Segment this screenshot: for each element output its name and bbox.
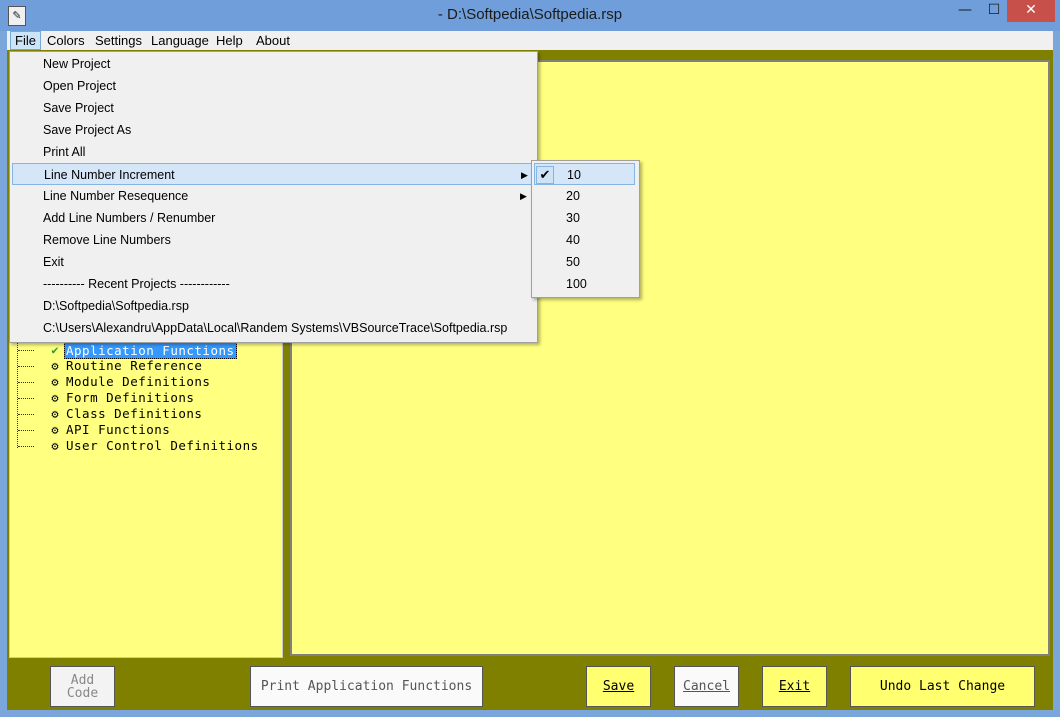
menu-item-label: C:\Users\Alexandru\AppData\Local\Randem … <box>43 321 508 335</box>
tree-connector <box>18 366 34 367</box>
add-code-button[interactable]: Add Code <box>50 666 115 707</box>
menu-bar: File Colors Settings Language Help About <box>7 31 1053 50</box>
menu-about[interactable]: About <box>252 32 294 49</box>
menu-language[interactable]: Language <box>147 32 213 49</box>
menu-separator-recent-projects: ---------- Recent Projects ------------ <box>10 273 535 295</box>
tree-connector <box>17 342 18 448</box>
maximize-button[interactable]: ☐ <box>981 0 1007 22</box>
increment-option-label: 20 <box>566 189 580 203</box>
menu-item-recent-project-2[interactable]: C:\Users\Alexandru\AppData\Local\Randem … <box>10 317 535 339</box>
tree-item-label: Application Functions <box>64 342 237 359</box>
menu-item-new-project[interactable]: New Project <box>10 53 535 75</box>
tree-connector <box>18 430 34 431</box>
menu-item-label: Add Line Numbers / Renumber <box>43 211 216 225</box>
tree-item-label: Module Definitions <box>66 374 211 389</box>
chevron-right-icon: ▶ <box>521 170 528 180</box>
component-icon: ⚙ <box>51 423 59 437</box>
increment-option-30[interactable]: 30 <box>532 207 637 229</box>
menu-item-label: Remove Line Numbers <box>43 233 171 247</box>
add-code-label-line2: Code <box>66 686 99 701</box>
increment-option-label: 40 <box>566 233 580 247</box>
line-number-increment-submenu: ✔ 10 20 30 40 50 100 <box>531 160 640 298</box>
component-icon: ⚙ <box>51 439 59 453</box>
menu-item-line-number-increment[interactable]: Line Number Increment ▶ <box>12 163 533 185</box>
menu-item-label: Open Project <box>43 79 116 93</box>
menu-item-label: D:\Softpedia\Softpedia.rsp <box>43 299 189 313</box>
save-button[interactable]: Save <box>586 666 651 707</box>
tree-connector <box>18 446 34 447</box>
increment-option-20[interactable]: 20 <box>532 185 637 207</box>
menu-item-add-line-numbers[interactable]: Add Line Numbers / Renumber <box>10 207 535 229</box>
menu-item-print-all[interactable]: Print All <box>10 141 535 163</box>
menu-item-exit[interactable]: Exit <box>10 251 535 273</box>
menu-item-line-number-resequence[interactable]: Line Number Resequence ▶ <box>10 185 535 207</box>
close-button[interactable]: ✕ <box>1007 0 1055 22</box>
menu-file[interactable]: File <box>10 31 41 50</box>
component-icon: ⚙ <box>51 375 59 389</box>
checkmark-icon: ✔ <box>536 166 554 184</box>
increment-option-label: 30 <box>566 211 580 225</box>
increment-option-40[interactable]: 40 <box>532 229 637 251</box>
minimize-button[interactable]: — <box>950 0 980 22</box>
cancel-button[interactable]: Cancel <box>674 666 739 707</box>
menu-item-label: Line Number Increment <box>44 168 175 182</box>
menu-item-label: Save Project <box>43 101 114 115</box>
increment-option-label: 10 <box>567 168 581 182</box>
tree-item-label: Routine Reference <box>66 358 203 373</box>
tree-connector <box>18 350 34 351</box>
tree-item-label: Class Definitions <box>66 406 203 421</box>
menu-item-label: Print All <box>43 145 86 159</box>
increment-option-10[interactable]: ✔ 10 <box>534 163 635 185</box>
menu-settings[interactable]: Settings <box>91 32 146 49</box>
menu-item-label: New Project <box>43 57 111 71</box>
menu-item-label: ---------- Recent Projects ------------ <box>43 277 230 291</box>
menu-item-open-project[interactable]: Open Project <box>10 75 535 97</box>
tree-connector <box>18 382 34 383</box>
tree-item-label: User Control Definitions <box>66 438 259 453</box>
checkmark-icon: ✔ <box>51 343 59 357</box>
menu-item-recent-project-1[interactable]: D:\Softpedia\Softpedia.rsp <box>10 295 535 317</box>
print-application-functions-button[interactable]: Print Application Functions <box>250 666 483 707</box>
menu-item-label: Save Project As <box>43 123 132 137</box>
undo-last-change-button[interactable]: Undo Last Change <box>850 666 1035 707</box>
menu-item-remove-line-numbers[interactable]: Remove Line Numbers <box>10 229 535 251</box>
menu-item-label: Exit <box>43 255 64 269</box>
tree-connector <box>18 398 34 399</box>
title-bar[interactable]: ✎ - D:\Softpedia\Softpedia.rsp — ☐ ✕ <box>0 0 1060 31</box>
tree-item-label: API Functions <box>66 422 171 437</box>
menu-help[interactable]: Help <box>212 32 247 49</box>
component-icon: ⚙ <box>51 359 59 373</box>
menu-item-save-project[interactable]: Save Project <box>10 97 535 119</box>
component-icon: ⚙ <box>51 391 59 405</box>
increment-option-100[interactable]: 100 <box>532 273 637 295</box>
increment-option-label: 100 <box>566 277 587 291</box>
increment-option-50[interactable]: 50 <box>532 251 637 273</box>
menu-item-label: Line Number Resequence <box>43 189 189 203</box>
tree-connector <box>18 414 34 415</box>
window-title: - D:\Softpedia\Softpedia.rsp <box>437 6 623 23</box>
menu-item-save-project-as[interactable]: Save Project As <box>10 119 535 141</box>
exit-button[interactable]: Exit <box>762 666 827 707</box>
menu-colors[interactable]: Colors <box>43 32 89 49</box>
increment-option-label: 50 <box>566 255 580 269</box>
application-window: ✎ - D:\Softpedia\Softpedia.rsp — ☐ ✕ Fil… <box>0 0 1060 717</box>
chevron-right-icon: ▶ <box>520 191 527 201</box>
file-menu-dropdown: New Project Open Project Save Project Sa… <box>9 51 538 343</box>
component-icon: ⚙ <box>51 407 59 421</box>
tree-item-label: Form Definitions <box>66 390 195 405</box>
